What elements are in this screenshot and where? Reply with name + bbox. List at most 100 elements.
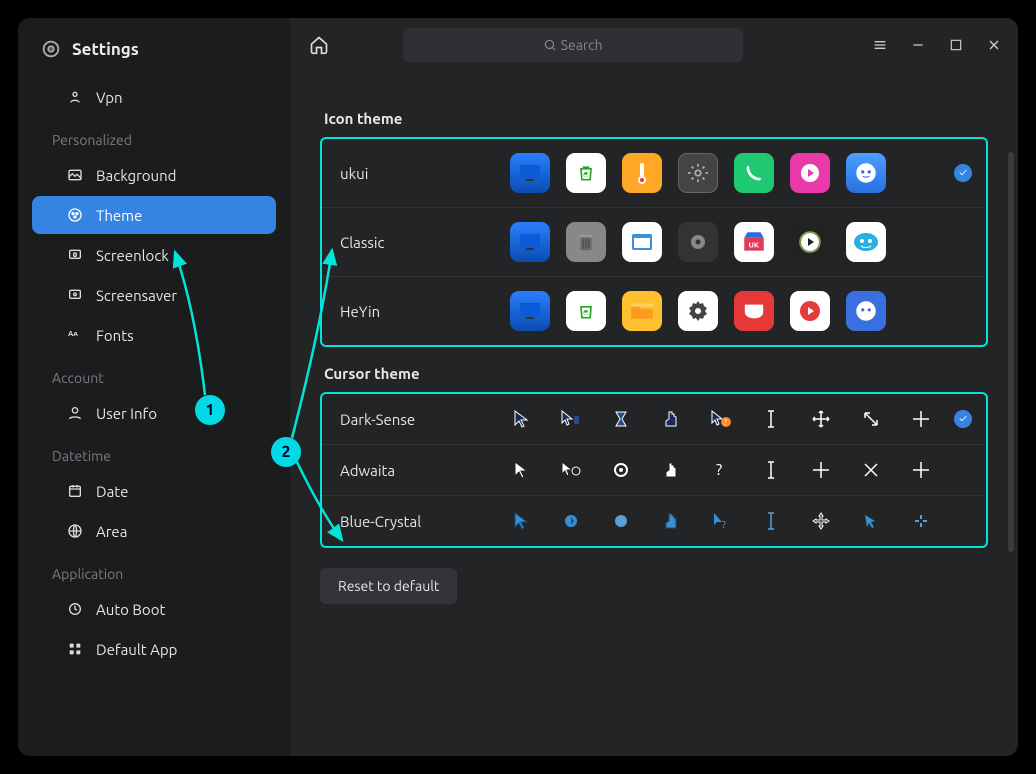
icon-preview-strip: UK [510,222,886,262]
screensaver-icon [66,286,84,304]
resize-diag-cursor-icon [860,459,882,481]
sidebar: Settings Vpn Personalized Background The… [18,18,290,756]
svg-text:?: ? [722,519,726,530]
group-label-datetime: Datetime [18,434,290,470]
sidebar-item-label: Default App [96,641,177,658]
sidebar-item-label: Screenlock [96,247,169,264]
icon-theme-name: Classic [340,234,510,251]
monitor-icon [510,222,550,262]
content-area: Icon theme ukui ✓ Cla [290,72,1018,756]
text-cursor-icon [760,408,782,430]
help-cursor-icon: ? [710,408,732,430]
hand-cursor-icon [660,510,682,532]
sidebar-item-theme[interactable]: Theme [32,196,276,234]
cursor-theme-row-dark-sense[interactable]: Dark-Sense ? ✓ [322,394,986,445]
cursor-theme-name: Blue-Crystal [340,513,510,530]
monitor-icon [510,291,550,331]
screenlock-icon [66,246,84,264]
background-icon [66,166,84,184]
help-cursor-icon: ? [710,459,732,481]
hand-cursor-icon [660,459,682,481]
search-icon [543,38,557,52]
cursor-preview-strip: ? [510,510,932,532]
monitor-icon [510,153,550,193]
settings-app-icon [40,38,62,60]
reset-to-default-button[interactable]: Reset to default [320,568,457,604]
icon-theme-row-classic[interactable]: Classic UK [322,208,986,277]
area-icon [66,522,84,540]
sidebar-item-screenlock[interactable]: Screenlock [32,236,276,274]
busy-pointer-cursor-icon [560,510,582,532]
theme-icon [66,206,84,224]
window-icon [622,222,662,262]
play-circle-icon [790,222,830,262]
cursor-theme-row-adwaita[interactable]: Adwaita ? [322,445,986,496]
sidebar-item-background[interactable]: Background [32,156,276,194]
main-area: Search Icon theme ukui [290,18,1018,756]
close-button[interactable] [984,35,1004,55]
cursor-theme-row-blue-crystal[interactable]: Blue-Crystal ? [322,496,986,546]
trash-icon [566,222,606,262]
user-icon [66,404,84,422]
annotation-badge-2: 2 [271,437,301,467]
sidebar-item-label: Area [96,523,127,540]
sidebar-item-label: Date [96,483,128,500]
svg-text:Aᴀ: Aᴀ [68,330,78,338]
icon-preview-strip [510,153,886,193]
sidebar-item-screensaver[interactable]: Screensaver [32,276,276,314]
cursor-theme-box: Dark-Sense ? ✓ Adwaita [320,392,988,548]
icon-theme-row-heyin[interactable]: HeYin [322,277,986,345]
sidebar-item-userinfo[interactable]: User Info [32,394,276,432]
menu-button[interactable] [870,35,890,55]
hand-cursor-icon [660,408,682,430]
play-circle-icon [790,291,830,331]
cursor-theme-name: Dark-Sense [340,411,510,428]
robot-icon [846,291,886,331]
resize-diag-cursor-icon [860,408,882,430]
sidebar-item-defaultapp[interactable]: Default App [32,630,276,668]
robot-icon [846,153,886,193]
wait-cursor-icon [610,510,632,532]
selected-check-icon: ✓ [954,410,972,428]
sidebar-item-fonts[interactable]: Aᴀ Fonts [32,316,276,354]
defaultapp-icon [66,640,84,658]
svg-text:?: ? [716,461,722,479]
selected-check-icon: ✓ [954,164,972,182]
sidebar-item-autoboot[interactable]: Auto Boot [32,590,276,628]
icon-preview-strip [510,291,886,331]
gear-icon [678,291,718,331]
minimize-button[interactable] [908,35,928,55]
svg-text:UK: UK [749,241,759,249]
maximize-button[interactable] [946,35,966,55]
vpn-icon [66,88,84,106]
busy-pointer-cursor-icon [560,408,582,430]
app-title-row: Settings [18,30,290,76]
sidebar-item-label: Background [96,167,176,184]
trash-icon [566,153,606,193]
sidebar-item-date[interactable]: Date [32,472,276,510]
scrollbar[interactable] [1008,152,1014,552]
home-button[interactable] [304,30,334,60]
sidebar-item-vpn[interactable]: Vpn [32,78,276,116]
cursor-preview-strip: ? [510,408,932,430]
sidebar-item-label: Auto Boot [96,601,165,618]
move-cursor-icon [810,408,832,430]
store-icon: UK [734,222,774,262]
play-circle-icon [790,153,830,193]
group-label-application: Application [18,552,290,588]
icon-theme-box: ukui ✓ Classic [320,137,988,347]
sidebar-item-label: Fonts [96,327,134,344]
cursor-theme-name: Adwaita [340,462,510,479]
crosshair-cursor-icon [910,459,932,481]
cursor-theme-title: Cursor theme [324,365,988,382]
search-input[interactable]: Search [403,28,743,62]
sidebar-item-area[interactable]: Area [32,512,276,550]
sidebar-item-label: Theme [96,207,142,224]
wait-cursor-icon [610,459,632,481]
folder-icon [622,291,662,331]
move-cursor-icon [810,459,832,481]
group-label-account: Account [18,356,290,392]
app-title: Settings [72,40,139,59]
icon-theme-row-ukui[interactable]: ukui ✓ [322,139,986,208]
sidebar-item-label: Vpn [96,89,123,106]
